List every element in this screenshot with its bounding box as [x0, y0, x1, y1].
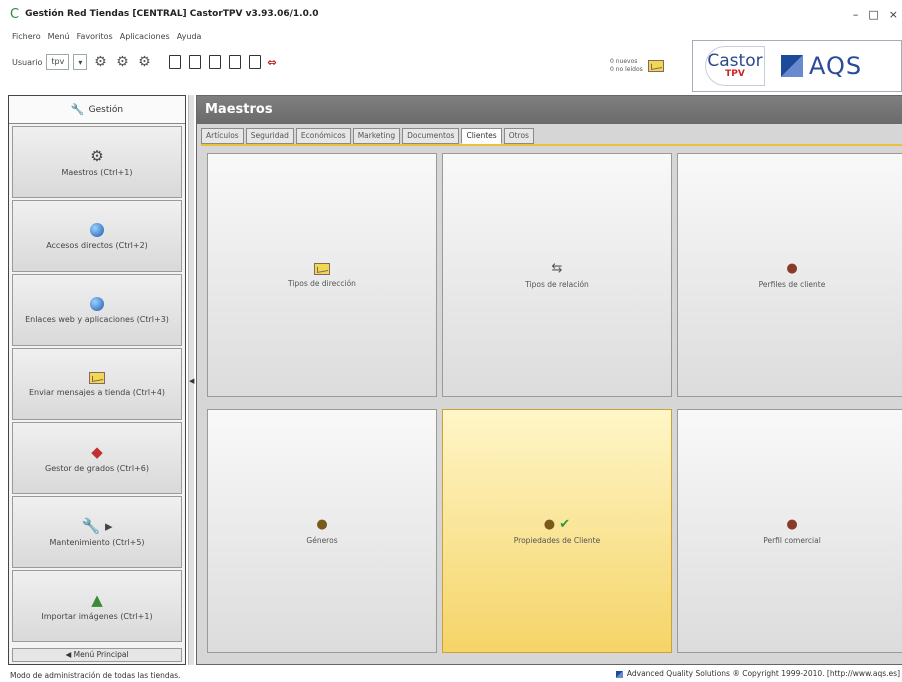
tile-perfil-comercial[interactable]: ● Perfil comercial: [677, 409, 902, 653]
castor-logo: Castor TPV: [705, 46, 765, 86]
envelope-icon[interactable]: [647, 60, 664, 72]
tab-clientes[interactable]: Clientes: [461, 128, 502, 144]
relation-icon: ⇆: [551, 260, 563, 276]
tab-seguridad[interactable]: Seguridad: [245, 128, 294, 144]
users-connect-icon[interactable]: ⚙: [91, 54, 109, 70]
tile-label: Perfil comercial: [763, 535, 821, 545]
nav-label: Accesos directos (Ctrl+2): [46, 240, 148, 250]
title-bar: C Gestión Red Tiendas [CENTRAL] CastorTP…: [0, 0, 902, 28]
profile-icon: ●: [786, 516, 798, 532]
tab-articulos[interactable]: Artículos: [201, 128, 244, 144]
tab-underline: [201, 144, 902, 146]
document-icon[interactable]: [209, 55, 222, 69]
nav-importar-imagenes[interactable]: ▲ Importar imágenes (Ctrl+1): [12, 570, 182, 642]
status-copyright: Advanced Quality Solutions ® Copyright 1…: [615, 669, 900, 678]
menu-bar: Fichero Menú Favoritos Aplicaciones Ayud…: [12, 32, 201, 44]
sync-arrows-icon[interactable]: ⇔: [267, 56, 276, 69]
tile-label: Tipos de dirección: [288, 278, 356, 288]
bucket-icon: ◆: [91, 442, 103, 461]
status-text: Modo de administración de todas las tien…: [10, 670, 181, 680]
window-title: Gestión Red Tiendas [CENTRAL] CastorTPV …: [25, 9, 319, 19]
nav-enlaces-web[interactable]: Enlaces web y aplicaciones (Ctrl+3): [12, 274, 182, 346]
image-icon: ▲: [91, 590, 103, 609]
globe-icon: [90, 296, 104, 311]
tile-tipos-relacion[interactable]: ⇆ Tipos de relación: [442, 153, 672, 397]
left-panel: 🔧 Gestión ⚙ Maestros (Ctrl+1) Accesos di…: [8, 95, 186, 665]
users-disconnect-icon[interactable]: ⚙: [135, 54, 153, 70]
panel-splitter[interactable]: ◀: [188, 95, 194, 665]
menu-favoritos[interactable]: Favoritos: [77, 32, 113, 44]
aqs-text: AQS: [809, 52, 863, 80]
nav-accesos-directos[interactable]: Accesos directos (Ctrl+2): [12, 200, 182, 272]
main-menu-button[interactable]: ◀ Menú Principal: [12, 648, 182, 662]
app-logo-icon: C: [10, 6, 20, 22]
user-label: Usuario: [12, 57, 43, 67]
inbox-unread: 0 no leídos: [610, 66, 643, 73]
tpv-text: TPV: [725, 69, 745, 79]
toolbar: Usuario tpv ▾ ⚙ ⚙ ⚙ ⇔: [12, 50, 277, 74]
tile-tipos-direccion[interactable]: Tipos de dirección: [207, 153, 437, 397]
nav-label: Maestros (Ctrl+1): [61, 167, 133, 177]
envelope-icon: [314, 262, 330, 275]
castor-text: Castor: [707, 51, 763, 71]
tile-generos[interactable]: ● Géneros: [207, 409, 437, 653]
globe-icon: [90, 222, 104, 237]
tab-bar: Artículos Seguridad Económicos Marketing…: [201, 128, 534, 144]
document-icon[interactable]: [249, 55, 262, 69]
window-controls: – □ ×: [853, 8, 898, 21]
tile-label: Perfiles de cliente: [758, 279, 826, 289]
main-panel: Maestros Artículos Seguridad Económicos …: [196, 95, 902, 665]
collapse-arrow-icon[interactable]: ◀: [189, 377, 194, 385]
message-inbox[interactable]: 0 nuevos 0 no leídos: [610, 58, 664, 74]
copyright-text: Advanced Quality Solutions ® Copyright 1…: [626, 669, 900, 678]
people-check-icon: ● ✔: [543, 516, 571, 532]
people-icon: ●: [316, 516, 328, 532]
user-select[interactable]: tpv: [46, 54, 70, 70]
brand-logo: Castor TPV AQS: [692, 40, 902, 92]
tab-economicos[interactable]: Económicos: [295, 128, 351, 144]
tab-documentos[interactable]: Documentos: [402, 128, 460, 144]
inbox-new: 0 nuevos: [610, 58, 638, 65]
document-icon[interactable]: [229, 55, 242, 69]
tile-propiedades-cliente[interactable]: ● ✔ Propiedades de Cliente: [442, 409, 672, 653]
nav-enviar-mensajes[interactable]: Enviar mensajes a tienda (Ctrl+4): [12, 348, 182, 420]
nav-label: Enlaces web y aplicaciones (Ctrl+3): [25, 314, 169, 324]
menu-fichero[interactable]: Fichero: [12, 32, 41, 44]
tile-perfiles-cliente[interactable]: ● Perfiles de cliente: [677, 153, 902, 397]
left-panel-header: 🔧 Gestión: [9, 96, 185, 124]
tile-label: Tipos de relación: [525, 279, 589, 289]
document-icon[interactable]: [169, 55, 182, 69]
envelope-icon: [89, 371, 105, 384]
users-group-icon[interactable]: ⚙: [113, 54, 131, 70]
maximize-button[interactable]: □: [868, 8, 878, 21]
close-button[interactable]: ×: [889, 8, 898, 21]
nav-label: Enviar mensajes a tienda (Ctrl+4): [28, 387, 166, 397]
profile-icon: ●: [786, 260, 798, 276]
tile-label: Propiedades de Cliente: [513, 535, 601, 545]
aqs-logo-icon: [781, 55, 803, 77]
nav-mantenimiento[interactable]: 🔧 ▸ Mantenimiento (Ctrl+5): [12, 496, 182, 568]
nav-gestor-grados[interactable]: ◆ Gestor de grados (Ctrl+6): [12, 422, 182, 494]
tab-marketing[interactable]: Marketing: [352, 128, 401, 144]
document-icon[interactable]: [189, 55, 202, 69]
left-panel-title: Gestión: [88, 104, 124, 115]
wrench-icon: 🔧: [70, 103, 85, 116]
minimize-button[interactable]: –: [853, 8, 859, 21]
aqs-logo-icon: [615, 670, 623, 678]
gear-icon: ⚙: [90, 146, 104, 165]
nav-label: Mantenimiento (Ctrl+5): [49, 537, 145, 547]
status-bar: Modo de administración de todas las tien…: [0, 668, 902, 682]
tab-otros[interactable]: Otros: [503, 128, 534, 144]
tile-label: Géneros: [306, 535, 338, 545]
main-title: Maestros: [197, 96, 902, 124]
menu-ayuda[interactable]: Ayuda: [177, 32, 202, 44]
menu-menu[interactable]: Menú: [48, 32, 70, 44]
nav-label: Importar imágenes (Ctrl+1): [41, 611, 153, 621]
nav-maestros[interactable]: ⚙ Maestros (Ctrl+1): [12, 126, 182, 198]
inbox-counts: 0 nuevos 0 no leídos: [610, 58, 643, 74]
nav-label: Gestor de grados (Ctrl+6): [45, 463, 149, 473]
menu-aplicaciones[interactable]: Aplicaciones: [120, 32, 170, 44]
wrench-icon: 🔧 ▸: [81, 516, 113, 535]
chevron-down-icon[interactable]: ▾: [73, 54, 88, 70]
